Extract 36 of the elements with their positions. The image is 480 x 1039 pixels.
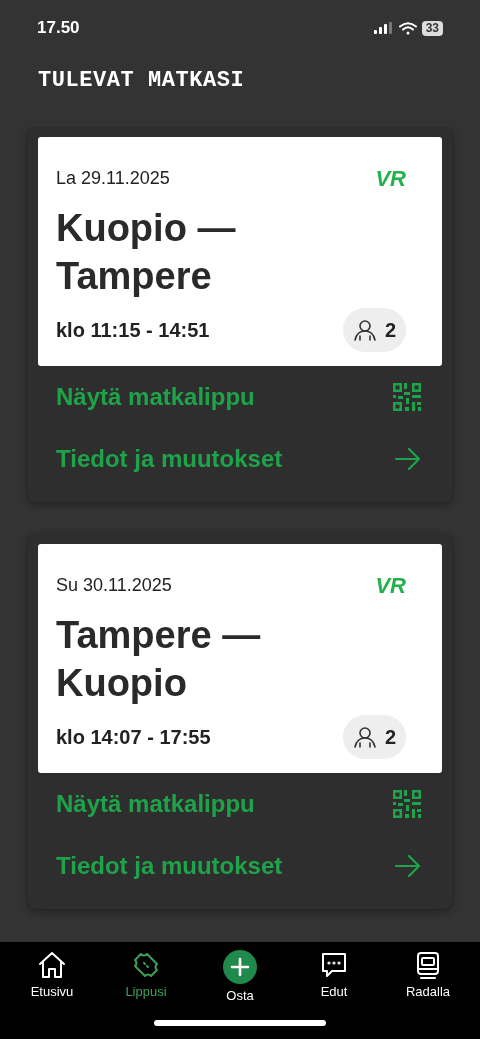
home-icon [37,950,67,980]
page-title: TULEVAT MATKASI [37,67,246,95]
details-link[interactable]: Tiedot ja muutokset [38,835,442,897]
nav-tab[interactable]: Etusivu [14,950,90,1006]
signal-icon [373,22,394,34]
nav-tab[interactable]: Edut [296,950,372,1006]
trip-summary[interactable]: Su 30.11.2025 VR Tampere — Kuopio klo 14:07 - 17:55 2 [38,544,442,773]
qr-code-icon [392,789,422,819]
trip-route: Tampere — Kuopio [56,613,262,706]
person-icon [352,318,377,342]
ticket-icon [131,950,161,980]
nav-tab[interactable]: Radalla [390,950,466,1006]
vr-logo: VR [375,574,406,597]
show-ticket-link[interactable]: Näytä matkalippu [38,773,442,835]
passenger-count: 2 [384,725,396,750]
wifi-icon [398,21,417,35]
show-ticket-link[interactable]: Näytä matkalippu [38,366,442,428]
status-time: 17.50 [37,17,80,40]
trip-date: Su 30.11.2025 [56,574,172,597]
trip-date: La 29.11.2025 [56,167,170,190]
chat-icon [319,950,349,980]
trip-summary[interactable]: La 29.11.2025 VR Kuopio — Tampere klo 11:15 - 14:51 2 [38,137,442,366]
trip-time: klo 11:15 - 14:51 [56,318,210,343]
trip-time: klo 14:07 - 17:55 [56,725,211,750]
trip-route: Kuopio — Tampere [56,206,237,299]
passenger-count: 2 [384,318,396,343]
vr-logo: VR [375,167,406,190]
details-link[interactable]: Tiedot ja muutokset [38,428,442,490]
arrow-right-icon [394,447,422,471]
nav-tab[interactable]: Osta [202,950,278,1006]
arrow-right-icon [394,854,422,878]
person-icon [352,725,377,749]
plus-icon [223,950,257,984]
nav-tab[interactable]: Lippusi [108,950,184,1006]
battery-level: 33 [421,20,443,36]
qr-code-icon [392,382,422,412]
